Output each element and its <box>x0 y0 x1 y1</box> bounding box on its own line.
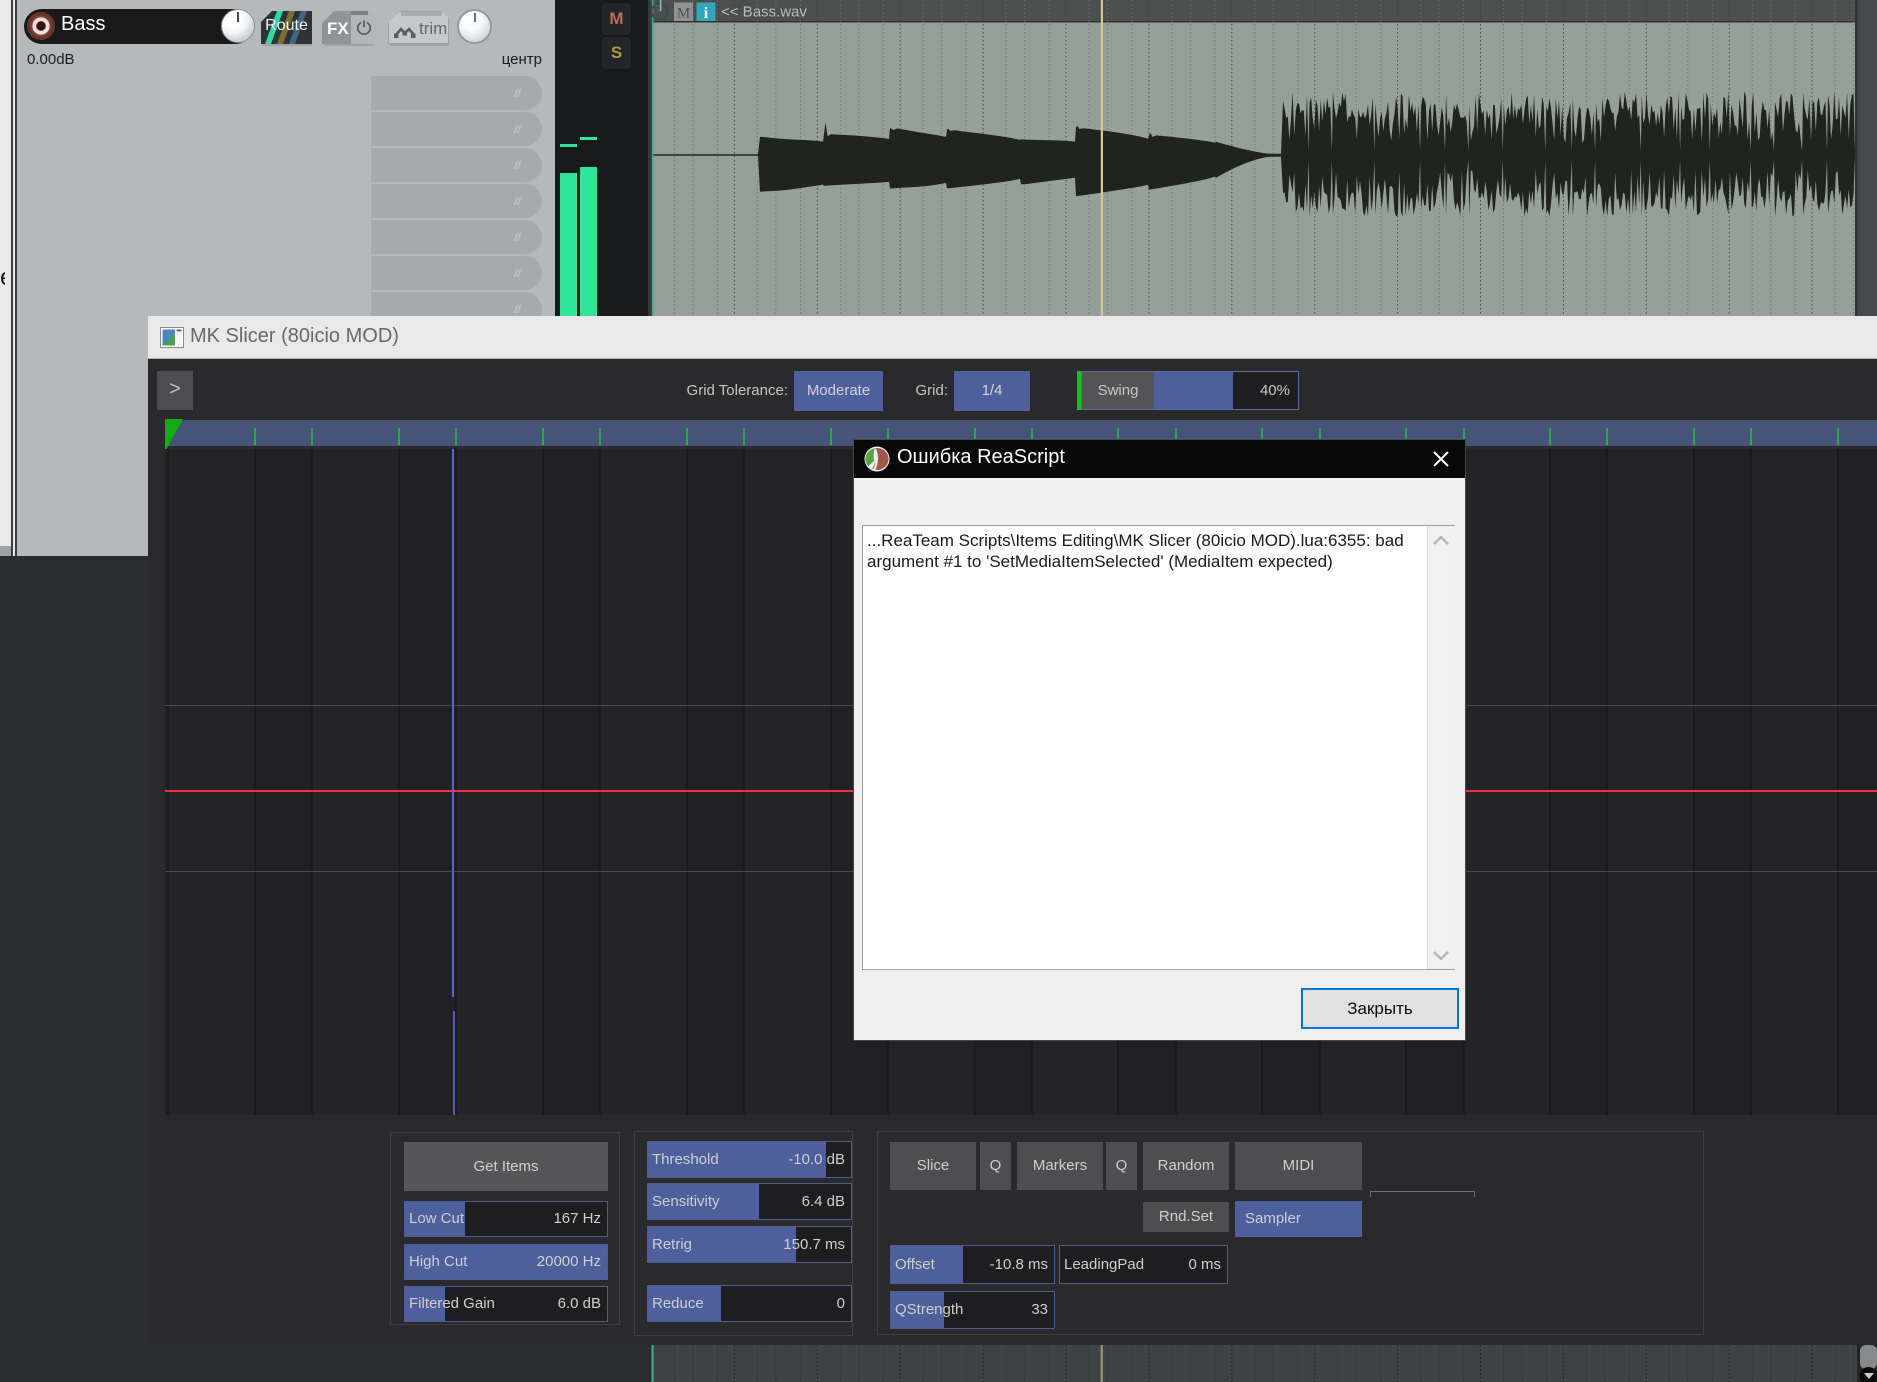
svg-text:<< Bass.wav: << Bass.wav <box>721 4 807 21</box>
svg-text:M: M <box>677 6 690 22</box>
svg-text:i: i <box>704 5 709 22</box>
